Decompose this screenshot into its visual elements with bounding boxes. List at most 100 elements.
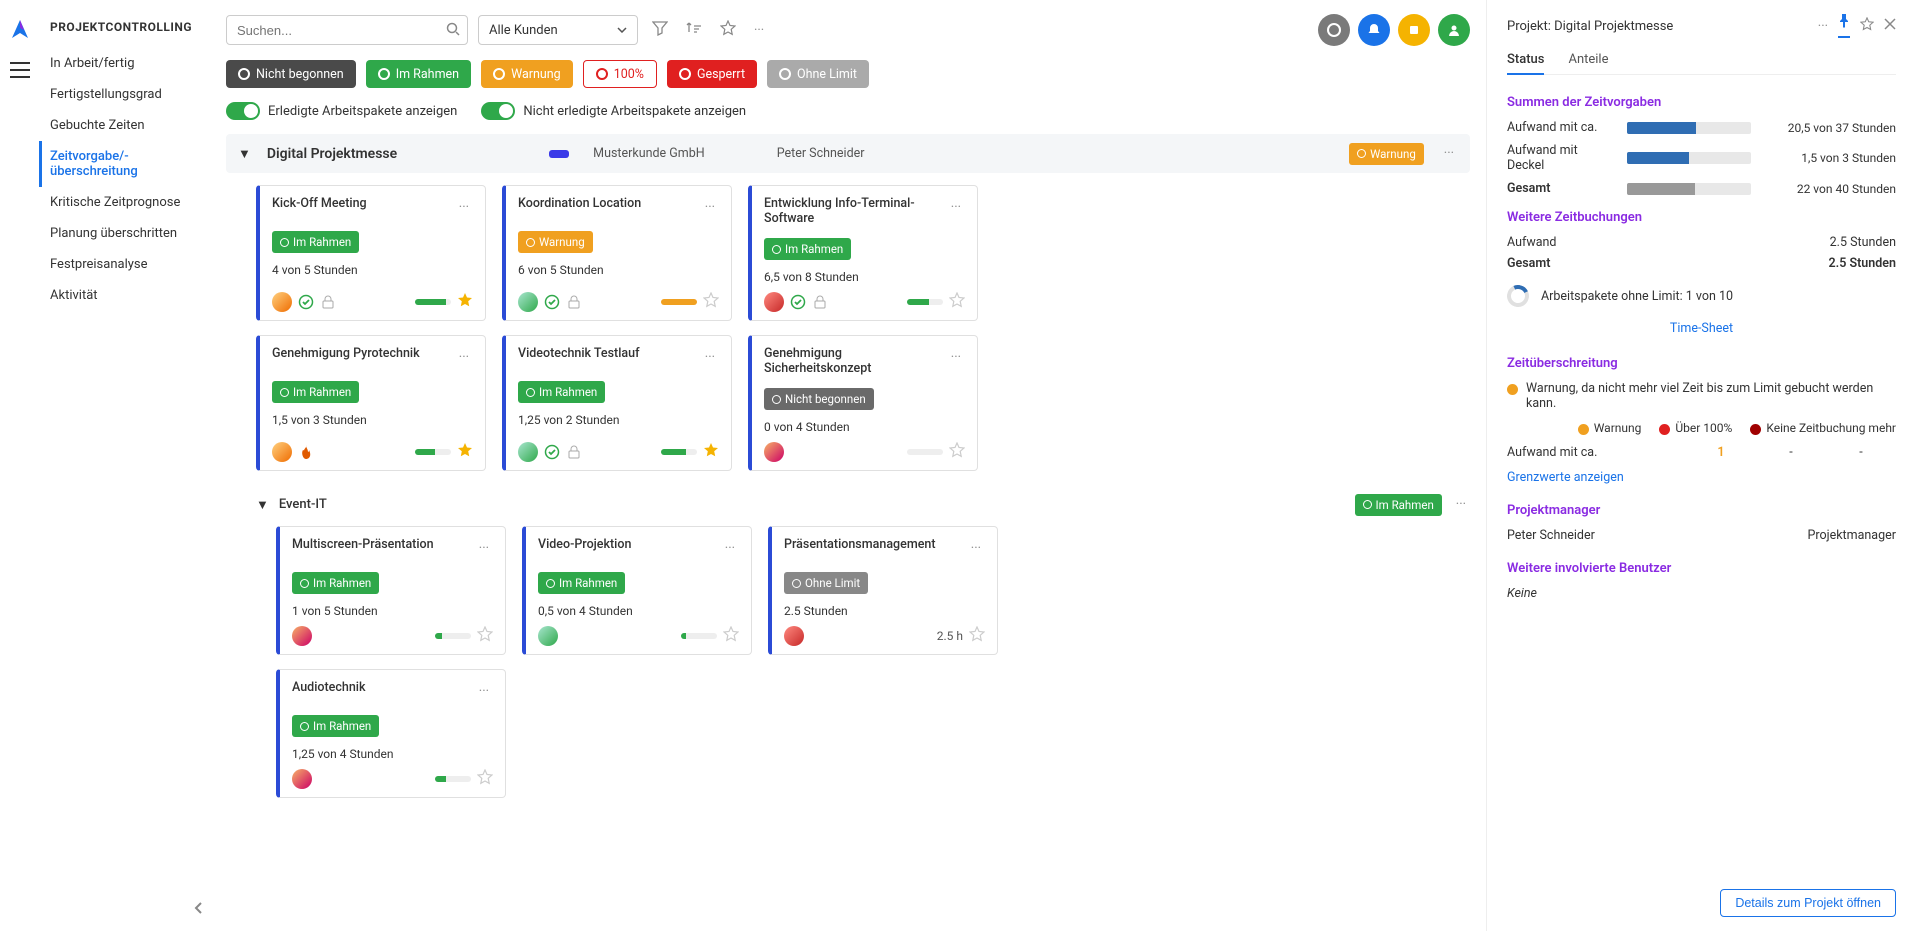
subgroup-more-icon[interactable]: ··· — [1452, 493, 1470, 516]
tab-status[interactable]: Status — [1507, 46, 1544, 75]
card-hours: 2.5 Stunden — [784, 604, 985, 618]
nav-item-2[interactable]: Gebuchte Zeiten — [50, 110, 210, 141]
card-more-icon[interactable]: ··· — [721, 537, 739, 560]
panel-star-icon[interactable] — [1860, 17, 1874, 35]
star-icon[interactable] — [703, 292, 719, 312]
workpackage-card[interactable]: Präsentationsmanagement ··· Ohne Limit 2.5 … — [768, 526, 998, 655]
sort-icon[interactable] — [682, 16, 706, 44]
star-icon[interactable] — [949, 442, 965, 462]
star-icon[interactable] — [723, 626, 739, 646]
workpackage-card[interactable]: Kick-Off Meeting···Im Rahmen4 von 5 Stun… — [256, 185, 486, 321]
workpackage-card[interactable]: Audiotechnik···Im Rahmen1,25 von 4 Stund… — [276, 669, 506, 798]
progress-bar — [415, 299, 451, 305]
nav-item-3[interactable]: Zeitvorgabe/-überschreitung — [39, 141, 210, 187]
card-more-icon[interactable]: ··· — [967, 537, 985, 560]
donut-text: Arbeitspakete ohne Limit: 1 von 10 — [1541, 289, 1733, 304]
star-icon[interactable] — [477, 769, 493, 789]
group-collapse-icon[interactable]: ▼ — [238, 146, 251, 162]
card-status-badge: Im Rahmen — [538, 572, 625, 594]
user-button[interactable] — [1438, 14, 1470, 46]
filter-locked[interactable]: Gesperrt — [667, 60, 757, 88]
kv-label: Aufwand — [1507, 235, 1556, 250]
card-more-icon[interactable]: ··· — [475, 537, 493, 560]
toggle-not-done[interactable] — [481, 102, 515, 120]
card-more-icon[interactable]: ··· — [455, 196, 473, 219]
avatar — [292, 769, 312, 789]
favorite-icon[interactable] — [716, 16, 740, 44]
sp-row-label: Aufwand mit Deckel — [1507, 143, 1617, 173]
card-title: Multiscreen-Präsentation — [292, 537, 434, 552]
star-icon[interactable] — [703, 442, 719, 462]
card-more-icon[interactable]: ··· — [947, 196, 965, 219]
card-more-icon[interactable]: ··· — [455, 346, 473, 369]
more-icon[interactable]: ··· — [750, 19, 768, 42]
customer-dropdown-label: Alle Kunden — [489, 23, 558, 38]
card-title: Präsentationsmanagement — [784, 537, 936, 552]
card-hours: 1 von 5 Stunden — [292, 604, 493, 618]
workpackage-card[interactable]: Entwicklung Info-Terminal-Software···Im … — [748, 185, 978, 321]
legend-warning: Warnung — [1578, 421, 1642, 435]
topbar-btn-1[interactable] — [1318, 14, 1350, 46]
nav-item-0[interactable]: In Arbeit/fertig — [50, 48, 210, 79]
star-icon[interactable] — [949, 292, 965, 312]
menu-icon[interactable] — [10, 62, 30, 82]
workpackage-card[interactable]: Multiscreen-Präsentation···Im Rahmen1 vo… — [276, 526, 506, 655]
search-input[interactable] — [226, 15, 468, 45]
toggle-done-label: Erledigte Arbeitspakete anzeigen — [268, 104, 457, 119]
close-icon[interactable] — [1884, 18, 1896, 34]
panel-more-icon[interactable]: ··· — [1818, 19, 1828, 34]
card-more-icon[interactable]: ··· — [701, 196, 719, 219]
card-more-icon[interactable]: ··· — [701, 346, 719, 369]
card-hours: 6,5 von 8 Stunden — [764, 270, 965, 284]
group-more-icon[interactable]: ··· — [1440, 142, 1458, 165]
nav-item-1[interactable]: Fertigstellungsgrad — [50, 79, 210, 110]
section-pm: Projektmanager — [1507, 503, 1896, 518]
filter-not-started[interactable]: Nicht begonnen — [226, 60, 356, 88]
workpackage-card[interactable]: Videotechnik Testlauf···Im Rahmen1,25 vo… — [502, 335, 732, 471]
card-hours: 1,25 von 4 Stunden — [292, 747, 493, 761]
search-icon[interactable] — [446, 22, 460, 40]
tab-shares[interactable]: Anteile — [1568, 46, 1608, 74]
toggle-done[interactable] — [226, 102, 260, 120]
star-icon[interactable] — [969, 626, 985, 646]
star-icon[interactable] — [477, 626, 493, 646]
pin-icon[interactable] — [1838, 14, 1850, 38]
group-status-badge: Warnung — [1349, 143, 1424, 165]
filter-no-limit[interactable]: Ohne Limit — [767, 60, 869, 88]
workpackage-card[interactable]: Video-Projektion···Im Rahmen0,5 von 4 St… — [522, 526, 752, 655]
card-more-icon[interactable]: ··· — [947, 346, 965, 369]
nav-item-6[interactable]: Festpreisanalyse — [50, 249, 210, 280]
pm-role: Projektmanager — [1807, 528, 1896, 543]
workpackage-card[interactable]: Genehmigung Sicherheitskonzept···Nicht b… — [748, 335, 978, 471]
subgroup-collapse-icon[interactable]: ▼ — [256, 497, 269, 513]
subgroup-status-badge: Im Rahmen — [1355, 494, 1442, 516]
card-hours: 1,25 von 2 Stunden — [518, 413, 719, 427]
card-hours: 6 von 5 Stunden — [518, 263, 719, 277]
panel-title: Projekt: Digital Projektmesse — [1507, 19, 1673, 34]
filter-100[interactable]: 100% — [583, 60, 657, 88]
customer-dropdown[interactable]: Alle Kunden — [478, 15, 638, 45]
nav-item-5[interactable]: Planung überschritten — [50, 218, 210, 249]
card-more-icon[interactable]: ··· — [475, 680, 493, 703]
workpackage-card[interactable]: Koordination Location···Warnung6 von 5 S… — [502, 185, 732, 321]
open-project-button[interactable]: Details zum Projekt öffnen — [1720, 889, 1896, 917]
show-limits-link[interactable]: Grenzwerte anzeigen — [1507, 470, 1624, 485]
topbar: Alle Kunden ··· — [210, 0, 1486, 60]
star-icon[interactable] — [457, 292, 473, 312]
filter-icon[interactable] — [648, 16, 672, 44]
time-sheet-link[interactable]: Time-Sheet — [1670, 321, 1733, 336]
kv-value: 2.5 Stunden — [1829, 256, 1896, 271]
avatar — [292, 626, 312, 646]
workpackage-card[interactable]: Genehmigung Pyrotechnik···Im Rahmen1,5 v… — [256, 335, 486, 471]
nav-item-4[interactable]: Kritische Zeitprognose — [50, 187, 210, 218]
notifications-button[interactable] — [1358, 14, 1390, 46]
card-hours: 1,5 von 3 Stunden — [272, 413, 473, 427]
filter-in-range[interactable]: Im Rahmen — [366, 60, 471, 88]
filter-warning[interactable]: Warnung — [481, 60, 573, 88]
star-icon[interactable] — [457, 442, 473, 462]
avatar — [764, 292, 784, 312]
card-status-badge: Ohne Limit — [784, 572, 868, 594]
collapse-nav-button[interactable] — [194, 901, 204, 919]
topbar-btn-3[interactable] — [1398, 14, 1430, 46]
nav-item-7[interactable]: Aktivität — [50, 280, 210, 311]
